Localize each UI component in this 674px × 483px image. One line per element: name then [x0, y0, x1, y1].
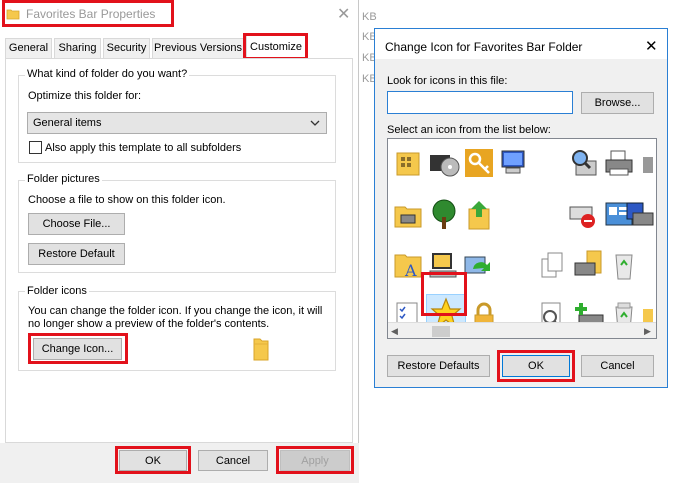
list-item: KB	[362, 11, 377, 23]
scroll-left-icon[interactable]: ◀	[391, 326, 398, 337]
icon-file-input[interactable]	[387, 91, 573, 114]
svg-text:A: A	[404, 261, 417, 280]
apply-template-checkbox[interactable]	[29, 141, 42, 154]
upload-folder-icon[interactable]	[463, 199, 495, 231]
select-icon-label: Select an icon from the list below:	[387, 124, 551, 136]
optimize-dropdown-value: General items	[33, 117, 102, 129]
computer-tools-icon[interactable]	[498, 147, 530, 179]
star-highlight	[421, 272, 467, 316]
scroll-right-icon[interactable]: ▶	[644, 326, 651, 337]
close-icon[interactable]: ✕	[645, 37, 658, 55]
partial-icon[interactable]	[643, 147, 657, 179]
folder-type-group-label: What kind of folder do you want?	[25, 68, 190, 80]
chevron-down-icon	[310, 120, 320, 126]
change-icon-dialog: Change Icon for Favorites Bar Folder ✕ L…	[374, 28, 668, 388]
properties-window: Favorites Bar Properties ✕ General Shari…	[0, 0, 359, 483]
folder-pictures-group-label: Folder pictures	[25, 173, 102, 185]
title-highlight	[2, 0, 174, 27]
folder-pictures-description: Choose a file to show on this folder ico…	[28, 194, 226, 206]
magnifier-computer-icon[interactable]	[568, 147, 600, 179]
folder-icons-description-1: You can change the folder icon. If you c…	[28, 305, 323, 317]
restore-defaults-button[interactable]: Restore Defaults	[387, 355, 490, 377]
folder-preview-icon	[253, 338, 269, 361]
choose-file-button[interactable]: Choose File...	[28, 213, 125, 235]
optimize-dropdown[interactable]: General items	[27, 112, 327, 134]
cancel-button[interactable]: Cancel	[198, 450, 268, 471]
dialog-title: Change Icon for Favorites Bar Folder	[385, 40, 583, 54]
documents-icon[interactable]	[538, 249, 570, 281]
look-for-label: Look for icons in this file:	[387, 75, 508, 87]
tree-icon[interactable]	[428, 199, 460, 231]
sync-icon[interactable]	[463, 249, 495, 281]
folder-printer-icon[interactable]	[393, 199, 425, 231]
tab-previous-versions[interactable]: Previous Versions	[152, 38, 244, 58]
change-icon-highlight	[28, 333, 128, 364]
dialog-cancel-button[interactable]: Cancel	[581, 355, 654, 377]
dialog-ok-highlight	[497, 350, 575, 382]
camera-cd-icon[interactable]	[428, 147, 460, 179]
key-icon[interactable]	[463, 147, 495, 179]
printer-icon[interactable]	[603, 147, 635, 179]
folder-icons-group-label: Folder icons	[25, 285, 89, 297]
printer-folder-icon[interactable]	[573, 249, 605, 281]
no-access-icon[interactable]	[568, 199, 600, 231]
browse-button[interactable]: Browse...	[581, 92, 654, 114]
tab-security[interactable]: Security	[103, 38, 150, 58]
tab-sharing[interactable]: Sharing	[54, 38, 101, 58]
recycle-bin-icon[interactable]	[608, 249, 640, 281]
apply-highlight	[276, 446, 354, 474]
icon-list-scrollbar[interactable]: ◀ ▶	[388, 322, 656, 338]
folder-icons-description-2: no longer show a preview of the folder's…	[28, 318, 270, 330]
tab-general[interactable]: General	[5, 38, 52, 58]
restore-default-button[interactable]: Restore Default	[28, 243, 125, 265]
optimize-label: Optimize this folder for:	[28, 90, 142, 102]
close-icon[interactable]: ✕	[337, 4, 350, 24]
folder-grid-icon[interactable]	[393, 147, 425, 179]
apply-template-label: Also apply this template to all subfolde…	[45, 142, 242, 154]
customize-tab-highlight	[243, 33, 308, 60]
scrollbar-thumb[interactable]	[432, 326, 450, 337]
ok-highlight	[115, 446, 191, 474]
printer-floppy-icon[interactable]	[623, 199, 655, 231]
